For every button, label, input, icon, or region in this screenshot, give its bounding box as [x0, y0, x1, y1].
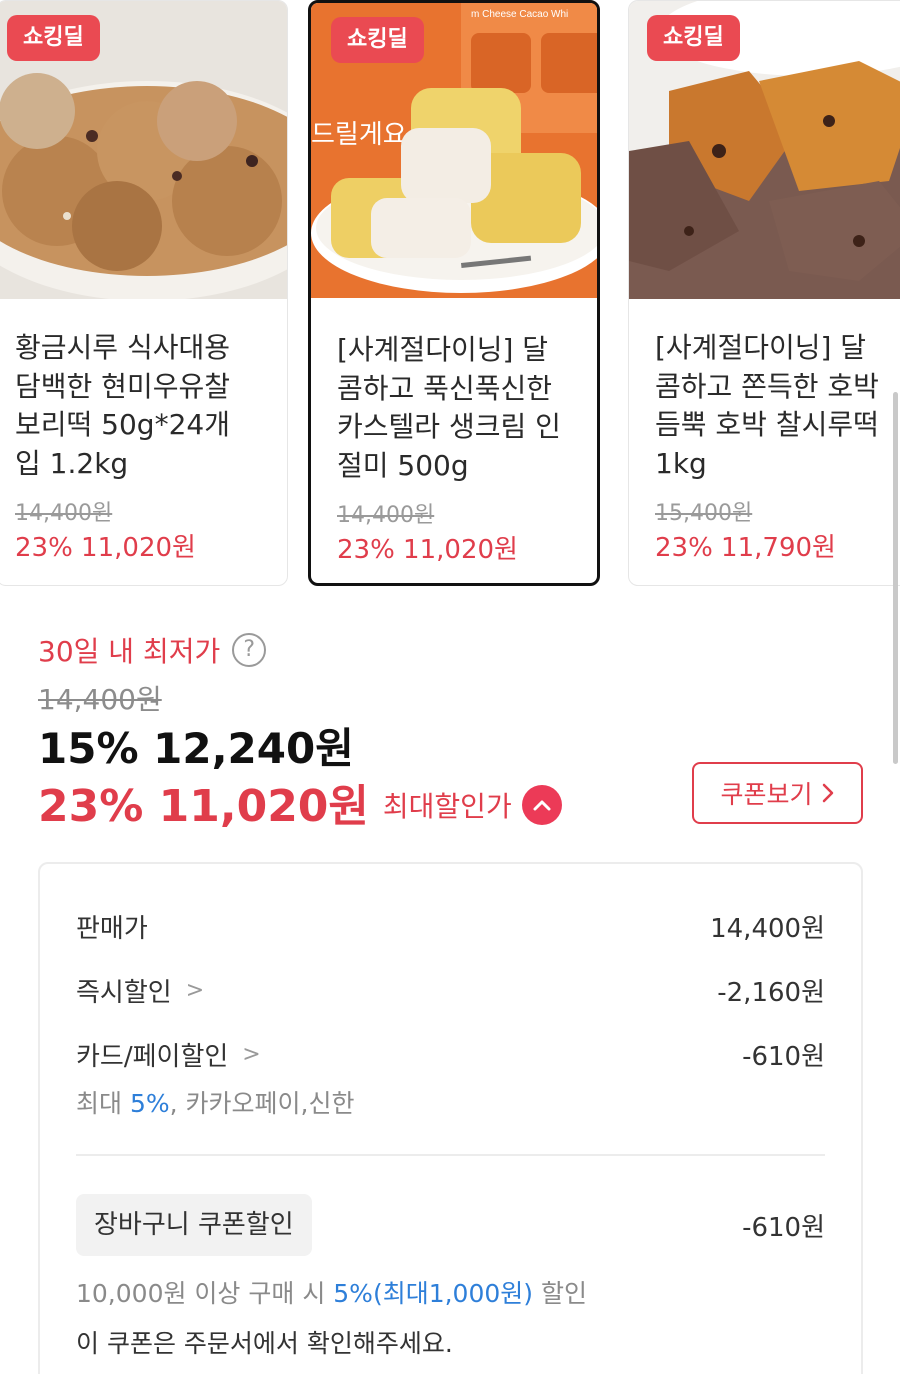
product-title-line: 절미 500g	[337, 448, 469, 482]
chevron-right-icon: >	[185, 978, 205, 1003]
product-title-line: 콤하고 푹신푹신한	[337, 371, 552, 405]
product-card[interactable]: 쇼킹딜 [사계절다이닝] 달 콤하고 쫀득한 호박 듬뿍 호박 찰시루떡 1kg…	[628, 0, 900, 586]
price-breakdown: 판매가 14,400원 즉시할인 > -2,160원 카드/페이할인 > -610원…	[38, 862, 863, 1374]
instant-discount-label: 즉시할인	[76, 978, 172, 1008]
cart-note-prefix: 10,000원 이상 구매 시	[76, 1279, 326, 1308]
product-title-line: 황금시루 식사대용	[15, 331, 230, 364]
cart-coupon-chip[interactable]: 장바구니 쿠폰할인	[76, 1194, 312, 1256]
chevron-right-icon: >	[242, 1042, 261, 1067]
divider	[76, 1154, 825, 1156]
shocking-deal-badge: 쇼킹딜	[647, 15, 740, 61]
max-discount-price-row: 23% 11,020원 최대할인가	[38, 770, 562, 834]
cart-coupon-condition: 10,000원 이상 구매 시 5%(최대1,000원) 할인	[76, 1274, 587, 1310]
card-note-rate: 5%	[129, 1089, 170, 1118]
product-title[interactable]: [사계절다이닝] 달 콤하고 쫀득한 호박 듬뿍 호박 찰시루떡 1kg	[655, 329, 900, 483]
max-discount-label: 최대할인가	[382, 790, 512, 823]
product-title-line: [사계절다이닝] 달	[655, 331, 867, 364]
cart-coupon-value: -610원	[742, 1212, 825, 1243]
original-price: 14,400원	[15, 501, 113, 526]
original-price: 14,400원	[337, 503, 435, 528]
product-card[interactable]: 쇼킹딜 황금시루 식사대용 담백한 현미우유찰 보리떡 50g*24개 입 1.…	[0, 0, 288, 586]
card-discount-note: 최대 5%, 카카오페이,신한	[76, 1084, 354, 1120]
card-note-suffix: , 카카오페이,신한	[169, 1089, 355, 1118]
view-coupons-button[interactable]: 쿠폰보기	[692, 762, 863, 824]
sale-price-label: 판매가	[76, 914, 148, 944]
lowest-price-label: 30일 내 최저가	[38, 635, 221, 668]
card-note-prefix: 최대	[76, 1089, 123, 1118]
svg-text:드릴게요: 드릴게요	[311, 120, 407, 150]
card-discount-value: -610원	[742, 1042, 825, 1072]
sale-price: 23% 11,020원	[15, 533, 196, 563]
chevron-right-icon	[822, 783, 833, 803]
question-circle-icon[interactable]: ?	[232, 633, 267, 667]
product-carousel: 쇼킹딜 황금시루 식사대용 담백한 현미우유찰 보리떡 50g*24개 입 1.…	[0, 0, 900, 590]
sale-price-row: 판매가 14,400원	[76, 908, 825, 945]
max-discount-price: 23% 11,020원	[38, 781, 369, 832]
product-card-selected[interactable]: m Cheese Cacao Whi 드릴게요 쇼킹딜 [사계절다이닝] 달 콤…	[308, 0, 600, 586]
product-title-line: 보리떡 50g*24개	[15, 408, 230, 441]
instant-discount-row[interactable]: 즉시할인 > -2,160원	[76, 972, 825, 1009]
instant-discount-price: 15% 12,240원	[38, 724, 354, 773]
cart-coupon-row: 장바구니 쿠폰할인 -610원	[76, 1194, 825, 1256]
card-discount-label: 카드/페이할인	[76, 1042, 229, 1072]
product-title-line: 카스텔라 생크림 인	[337, 410, 561, 443]
original-price: 14,400원	[38, 683, 162, 716]
svg-text:m Cheese Cacao Whi: m Cheese Cacao Whi	[471, 9, 568, 20]
product-title-line: 담백한 현미우유찰	[15, 369, 230, 403]
sale-price: 23% 11,790원	[655, 533, 836, 563]
product-title[interactable]: [사계절다이닝] 달 콤하고 푹신푹신한 카스텔라 생크림 인 절미 500g	[337, 331, 597, 485]
chevron-up-circle-icon[interactable]	[521, 785, 562, 825]
cart-note-suffix: 할인	[540, 1279, 587, 1308]
view-coupons-label: 쿠폰보기	[720, 780, 813, 809]
product-title-line: 입 1.2kg	[15, 446, 129, 480]
cart-note-rate: 5%(최대1,000원)	[333, 1279, 534, 1308]
page-scrollbar[interactable]	[893, 392, 898, 764]
card-discount-row[interactable]: 카드/페이할인 > -610원	[76, 1036, 825, 1073]
instant-discount-value: -2,160원	[717, 978, 825, 1008]
sale-price-value: 14,400원	[710, 914, 825, 944]
lowest-price-30days: 30일 내 최저가 ?	[38, 630, 267, 670]
product-title-line: 1kg	[655, 446, 707, 480]
shocking-deal-badge: 쇼킹딜	[7, 15, 100, 61]
product-title[interactable]: 황금시루 식사대용 담백한 현미우유찰 보리떡 50g*24개 입 1.2kg	[15, 329, 285, 483]
shocking-deal-badge: 쇼킹딜	[331, 17, 424, 63]
product-title-line: 콤하고 쫀득한 호박	[655, 369, 879, 403]
product-title-line: [사계절다이닝] 달	[337, 333, 549, 366]
product-title-line: 듬뿍 호박 찰시루떡	[655, 408, 879, 441]
sale-price: 23% 11,020원	[337, 535, 518, 565]
cart-coupon-hint: 이 쿠폰은 주문서에서 확인해주세요.	[76, 1329, 453, 1358]
original-price: 15,400원	[655, 501, 753, 526]
